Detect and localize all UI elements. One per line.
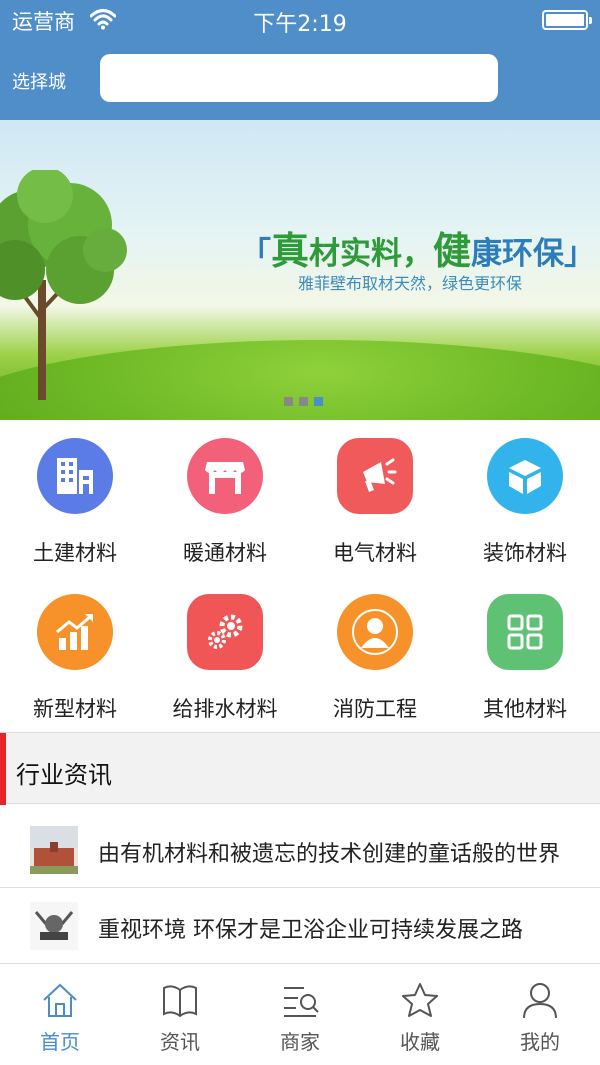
building-icon xyxy=(37,438,113,514)
category-label: 装饰材料 xyxy=(483,541,567,565)
category-item[interactable]: 装饰材料 xyxy=(450,420,600,576)
megaphone-icon xyxy=(337,438,413,514)
news-item[interactable]: 由有机材料和被遗忘的技术创建的童话般的世界 xyxy=(0,812,600,888)
category-item[interactable]: 其他材料 xyxy=(450,576,600,732)
user-icon xyxy=(523,983,557,1019)
merchant-search-icon xyxy=(284,987,319,1017)
gears-icon xyxy=(187,594,263,670)
city-selector[interactable]: 选择城 xyxy=(12,68,66,94)
person-icon xyxy=(337,594,413,670)
news-thumbnail xyxy=(30,826,78,874)
banner-carousel[interactable]: 「真材实料，健康环保」 雅菲壁布取材天然，绿色更环保 xyxy=(0,120,600,420)
carousel-dot-active[interactable] xyxy=(314,397,323,406)
box-icon xyxy=(487,438,563,514)
tab-label: 我的 xyxy=(520,1030,560,1054)
news-section-header: 行业资讯 xyxy=(0,732,600,805)
search-input[interactable] xyxy=(100,54,498,102)
book-icon xyxy=(163,985,197,1018)
bottom-tab-bar: 首页 资讯 商家 收藏 我的 xyxy=(0,963,600,1065)
tab-label: 商家 xyxy=(280,1030,320,1054)
carousel-dot[interactable] xyxy=(284,397,293,406)
tab-profile[interactable]: 我的 xyxy=(480,964,600,1065)
banner-slogan: 「真材实料，健康环保」 xyxy=(240,229,596,273)
category-item[interactable]: 给排水材料 xyxy=(150,576,300,732)
category-label: 消防工程 xyxy=(333,697,417,721)
category-item[interactable]: 土建材料 xyxy=(0,420,150,576)
tab-label: 首页 xyxy=(40,1030,80,1054)
grid-icon xyxy=(487,594,563,670)
news-title: 由有机材料和被遗忘的技术创建的童话般的世界 xyxy=(98,842,561,867)
growth-chart-icon xyxy=(37,594,113,670)
news-item[interactable]: 重视环境 环保才是卫浴企业可持续发展之路 xyxy=(0,888,600,964)
star-icon xyxy=(402,983,438,1017)
status-bar: 运营商 下午2:19 xyxy=(0,0,600,40)
home-icon xyxy=(43,983,77,1017)
category-label: 新型材料 xyxy=(33,697,117,721)
carousel-indicator xyxy=(284,397,323,406)
category-grid: 土建材料 暖通材料 电气材料 装饰材料 新型材料 给排水材料 消防工程 其他材料 xyxy=(0,420,600,732)
tab-favorites[interactable]: 收藏 xyxy=(360,964,480,1065)
section-title: 行业资讯 xyxy=(16,761,112,789)
category-item[interactable]: 新型材料 xyxy=(0,576,150,732)
tab-label: 收藏 xyxy=(400,1030,440,1054)
top-bar: 运营商 下午2:19 选择城 xyxy=(0,0,600,120)
category-label: 给排水材料 xyxy=(172,697,278,721)
section-accent-bar xyxy=(0,733,6,805)
battery-icon xyxy=(542,10,592,30)
tab-home[interactable]: 首页 xyxy=(0,964,120,1065)
carousel-dot[interactable] xyxy=(299,397,308,406)
tab-news[interactable]: 资讯 xyxy=(120,964,240,1065)
category-item[interactable]: 暖通材料 xyxy=(150,420,300,576)
category-label: 其他材料 xyxy=(483,697,567,721)
banner-subtitle: 雅菲壁布取材天然，绿色更环保 xyxy=(298,274,523,293)
news-title: 重视环境 环保才是卫浴企业可持续发展之路 xyxy=(98,918,523,943)
category-item[interactable]: 消防工程 xyxy=(300,576,450,732)
category-label: 土建材料 xyxy=(33,541,117,565)
storefront-icon xyxy=(187,438,263,514)
tree-illustration xyxy=(0,170,127,400)
tab-label: 资讯 xyxy=(160,1030,200,1054)
status-time: 下午2:19 xyxy=(253,12,347,37)
category-label: 电气材料 xyxy=(333,541,417,565)
news-thumbnail xyxy=(30,902,78,950)
category-label: 暖通材料 xyxy=(183,541,267,565)
tab-merchants[interactable]: 商家 xyxy=(240,964,360,1065)
category-item[interactable]: 电气材料 xyxy=(300,420,450,576)
